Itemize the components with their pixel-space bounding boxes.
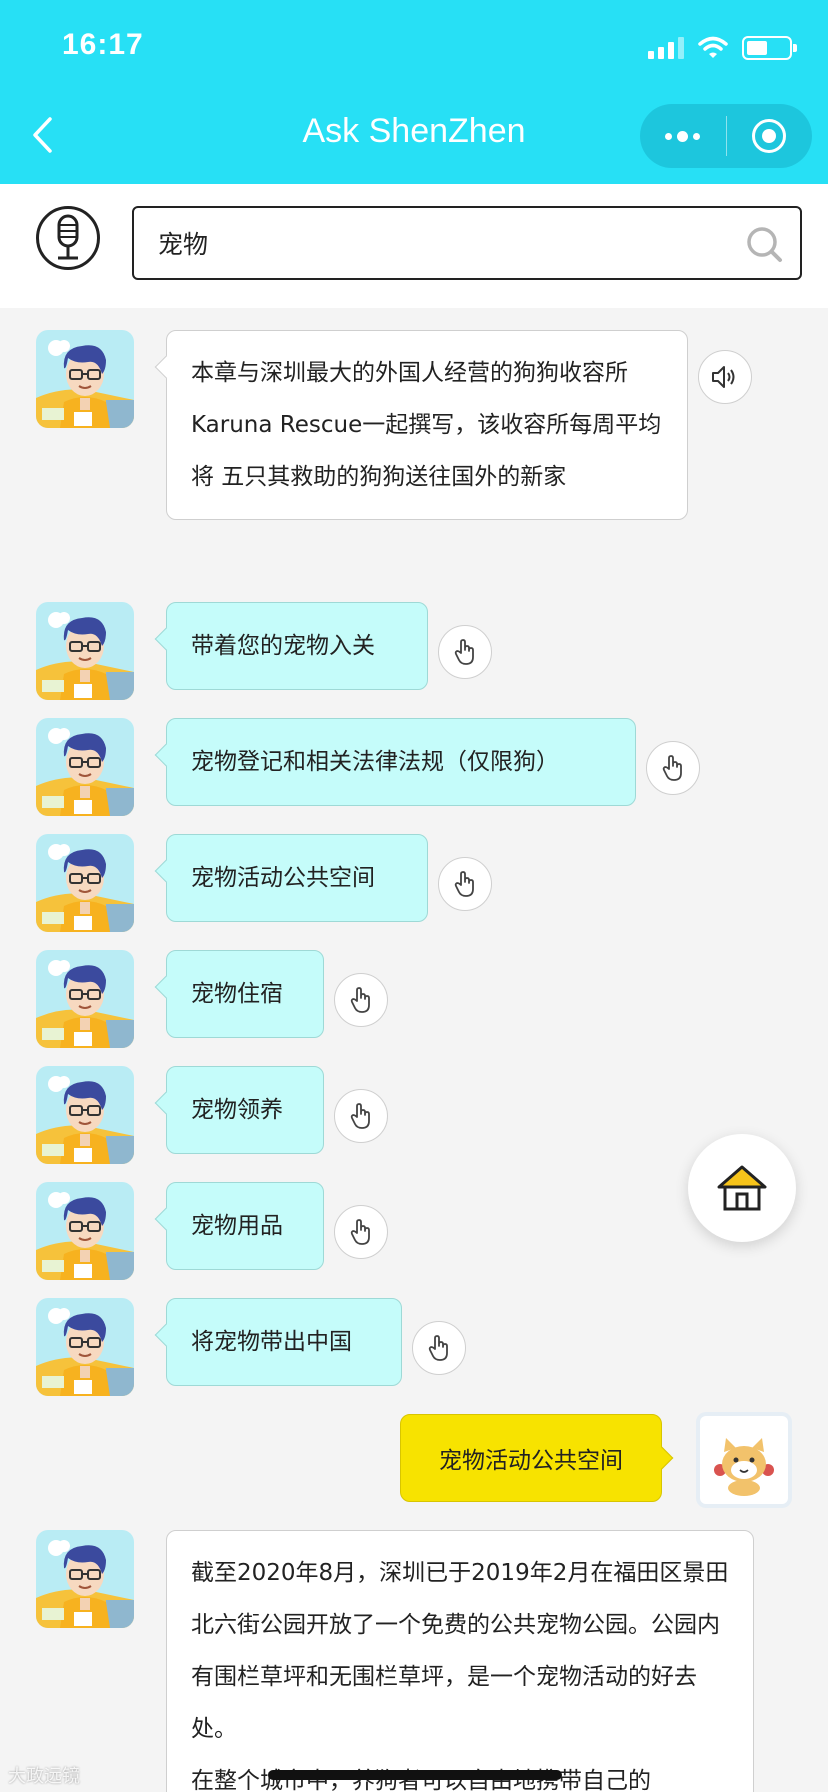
intro-message-text: 本章与深圳最大的外国人经营的狗狗收容所Karuna Rescue一起撰写，该收容… [191, 360, 662, 490]
tap-hand-icon [428, 1335, 448, 1361]
option-bubble[interactable]: 宠物活动公共空间 [166, 834, 428, 922]
signal-icon [648, 37, 684, 59]
bot-avatar [36, 834, 134, 932]
home-icon [717, 1165, 767, 1211]
tap-button[interactable] [334, 973, 388, 1027]
mini-program-capsule [640, 104, 812, 168]
speaker-icon [712, 366, 735, 388]
tap-hand-icon [350, 1219, 370, 1245]
option-bubble[interactable]: 带着您的宠物入关 [166, 602, 428, 690]
option-bubble[interactable]: 宠物领养 [166, 1066, 324, 1154]
bot-avatar [36, 718, 134, 816]
tap-hand-icon [454, 639, 474, 665]
search-bar [0, 184, 828, 308]
top-header: 16:17 Ask ShenZhen [0, 0, 828, 184]
tap-hand-icon [350, 987, 370, 1013]
voice-button[interactable] [36, 206, 100, 270]
option-bubble[interactable]: 宠物登记和相关法律法规（仅限狗） [166, 718, 636, 806]
option-bubble[interactable]: 将宠物带出中国 [166, 1298, 402, 1386]
battery-icon [742, 36, 797, 60]
tap-button[interactable] [334, 1205, 388, 1259]
tap-button[interactable] [412, 1321, 466, 1375]
bot-avatar [36, 1298, 134, 1396]
option-label: 宠物领养 [191, 1097, 283, 1123]
chat-area: 本章与深圳最大的外国人经营的狗狗收容所Karuna Rescue一起撰写，该收容… [0, 308, 828, 1792]
reply-paragraph: 截至2020年8月，深圳已于2019年2月在福田区景田北六街公园开放了一个免费的… [191, 1560, 729, 1742]
tap-button[interactable] [334, 1089, 388, 1143]
watermark: 大政远镜 [8, 1766, 80, 1787]
home-button[interactable] [688, 1134, 796, 1242]
option-label: 宠物登记和相关法律法规（仅限狗） [191, 749, 559, 775]
intro-message-bubble: 本章与深圳最大的外国人经营的狗狗收容所Karuna Rescue一起撰写，该收容… [166, 330, 688, 520]
reply-message-bubble: 截至2020年8月，深圳已于2019年2月在福田区景田北六街公园开放了一个免费的… [166, 1530, 754, 1792]
microphone-icon [57, 214, 79, 260]
bot-avatar [36, 950, 134, 1048]
option-bubble[interactable]: 宠物住宿 [166, 950, 324, 1038]
close-button[interactable] [727, 104, 813, 168]
more-button[interactable] [640, 104, 726, 168]
search-input[interactable] [158, 208, 718, 278]
bot-avatar [36, 1530, 134, 1628]
user-message-bubble: 宠物活动公共空间 [400, 1414, 662, 1502]
bot-avatar [36, 330, 134, 428]
wifi-icon [698, 36, 728, 58]
option-label: 带着您的宠物入关 [191, 633, 375, 659]
search-box [132, 206, 802, 280]
speaker-button[interactable] [698, 350, 752, 404]
option-bubble[interactable]: 宠物用品 [166, 1182, 324, 1270]
more-dots-icon [665, 130, 701, 142]
tap-button[interactable] [438, 625, 492, 679]
tap-button[interactable] [646, 741, 700, 795]
bot-avatar [36, 1066, 134, 1164]
bot-avatar [36, 602, 134, 700]
option-label: 宠物用品 [191, 1213, 283, 1239]
option-label: 将宠物带出中国 [191, 1329, 352, 1355]
option-label: 宠物活动公共空间 [191, 865, 375, 891]
tap-hand-icon [662, 755, 682, 781]
user-message-text: 宠物活动公共空间 [439, 1448, 623, 1474]
target-circle-icon [752, 119, 787, 153]
tap-hand-icon [454, 871, 474, 897]
home-indicator [268, 1770, 562, 1780]
option-label: 宠物住宿 [191, 981, 283, 1007]
search-icon[interactable] [744, 224, 784, 264]
bot-avatar [36, 1182, 134, 1280]
tap-button[interactable] [438, 857, 492, 911]
status-time: 16:17 [62, 28, 144, 61]
tap-hand-icon [350, 1103, 370, 1129]
user-avatar [696, 1412, 792, 1508]
status-icons [648, 36, 797, 60]
